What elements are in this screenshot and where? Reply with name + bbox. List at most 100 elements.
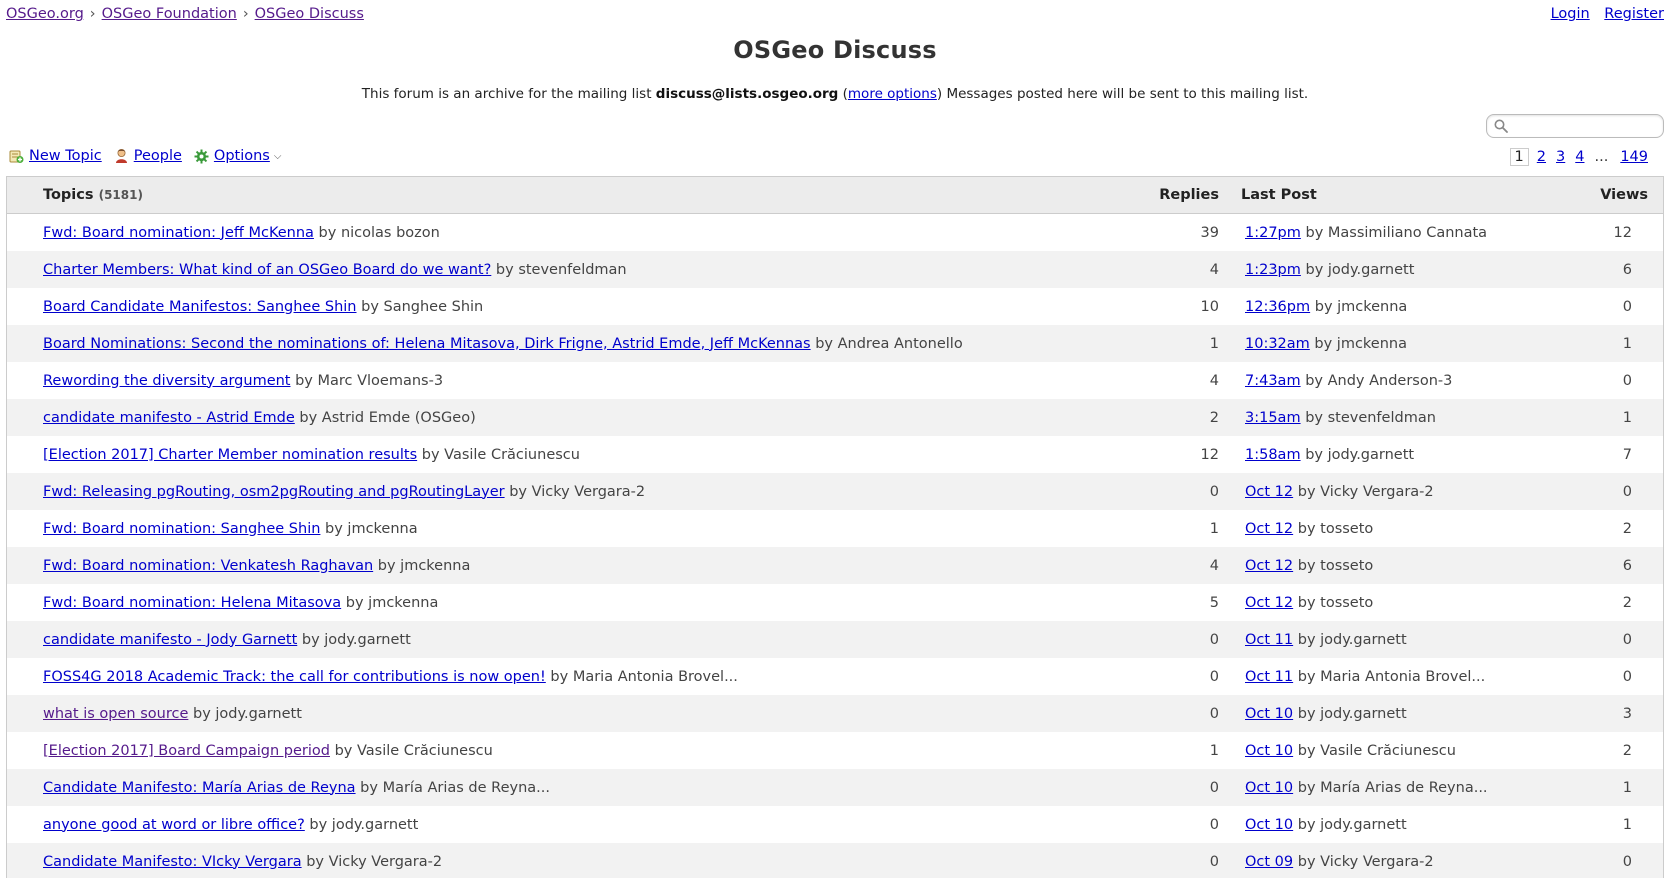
last-post-time-link[interactable]: Oct 09 xyxy=(1245,854,1293,870)
table-row: Board Candidate Manifestos: Sanghee Shin… xyxy=(7,288,1663,325)
search-input[interactable] xyxy=(1513,117,1661,137)
topic-link[interactable]: candidate manifesto - Jody Garnett xyxy=(43,632,297,648)
header-topics-label: Topics xyxy=(43,187,94,203)
more-options-link[interactable]: more options xyxy=(848,86,937,102)
last-post-cell: 1:58am by jody.garnett xyxy=(1227,447,1542,463)
last-post-time-link[interactable]: 10:32am xyxy=(1245,336,1310,352)
last-post-time-link[interactable]: Oct 11 xyxy=(1245,632,1293,648)
last-post-time-link[interactable]: 12:36pm xyxy=(1245,299,1310,315)
breadcrumb-osgeo-discuss[interactable]: OSGeo Discuss xyxy=(255,6,364,22)
topic-cell: Fwd: Board nomination: Venkatesh Raghava… xyxy=(7,558,1152,574)
new-topic-icon xyxy=(9,150,24,163)
last-post-cell: Oct 10 by jody.garnett xyxy=(1227,817,1542,833)
topic-author: by Vicky Vergara-2 xyxy=(509,483,646,500)
breadcrumb-separator: › xyxy=(89,6,96,22)
topic-author: by jmckenna xyxy=(345,594,439,611)
views-count: 0 xyxy=(1622,668,1632,685)
topic-link[interactable]: Rewording the diversity argument xyxy=(43,373,290,389)
topic-link[interactable]: candidate manifesto - Astrid Emde xyxy=(43,410,295,426)
replies-count: 39 xyxy=(1200,224,1219,241)
new-topic-label[interactable]: New Topic xyxy=(29,148,102,164)
last-post-author: by Maria Antonia Brovel... xyxy=(1297,668,1486,685)
last-post-cell: 1:23pm by jody.garnett xyxy=(1227,262,1542,278)
last-post-time-link[interactable]: Oct 12 xyxy=(1245,521,1293,537)
topic-link[interactable]: what is open source xyxy=(43,706,188,722)
last-post-time-link[interactable]: Oct 12 xyxy=(1245,558,1293,574)
page-link-last[interactable]: 149 xyxy=(1620,149,1648,165)
replies-count: 4 xyxy=(1209,261,1219,278)
table-row: Fwd: Board nomination: Sanghee Shin by j… xyxy=(7,510,1663,547)
table-row: anyone good at word or libre office? by … xyxy=(7,806,1663,843)
last-post-time-link[interactable]: Oct 11 xyxy=(1245,669,1293,685)
topic-link[interactable]: FOSS4G 2018 Academic Track: the call for… xyxy=(43,669,546,685)
topic-link[interactable]: anyone good at word or libre office? xyxy=(43,817,305,833)
topic-author: by Vasile Crăciunescu xyxy=(421,446,580,463)
topic-link[interactable]: Charter Members: What kind of an OSGeo B… xyxy=(43,262,491,278)
last-post-cell: Oct 10 by María Arias de Reyna... xyxy=(1227,780,1542,796)
replies-count: 0 xyxy=(1209,631,1219,648)
table-row: candidate manifesto - Astrid Emde by Ast… xyxy=(7,399,1663,436)
last-post-time-link[interactable]: 7:43am xyxy=(1245,373,1301,389)
replies-count: 0 xyxy=(1209,483,1219,500)
last-post-time-link[interactable]: Oct 10 xyxy=(1245,706,1293,722)
topic-link[interactable]: Candidate Manifesto: María Arias de Reyn… xyxy=(43,780,356,796)
topic-cell: Fwd: Board nomination: Jeff McKenna by n… xyxy=(7,225,1152,241)
topic-link[interactable]: Fwd: Releasing pgRouting, osm2pgRouting … xyxy=(43,484,505,500)
topic-author: by jody.garnett xyxy=(301,631,411,648)
people-button[interactable]: People xyxy=(114,148,182,164)
new-topic-button[interactable]: New Topic xyxy=(9,148,102,164)
views-count: 0 xyxy=(1622,298,1632,315)
options-label[interactable]: Options xyxy=(214,148,270,164)
topic-link[interactable]: [Election 2017] Board Campaign period xyxy=(43,743,330,759)
topic-link[interactable]: Board Candidate Manifestos: Sanghee Shin xyxy=(43,299,357,315)
forum-description: This forum is an archive for the mailing… xyxy=(0,86,1670,102)
topic-link[interactable]: Fwd: Board nomination: Sanghee Shin xyxy=(43,521,320,537)
topic-cell: what is open source by jody.garnett xyxy=(7,706,1152,722)
last-post-time-link[interactable]: Oct 10 xyxy=(1245,817,1293,833)
topic-link[interactable]: Fwd: Board nomination: Jeff McKenna xyxy=(43,225,314,241)
replies-count: 2 xyxy=(1209,409,1219,426)
last-post-time-link[interactable]: Oct 10 xyxy=(1245,743,1293,759)
topic-cell: [Election 2017] Board Campaign period by… xyxy=(7,743,1152,759)
breadcrumb-osgeo-foundation[interactable]: OSGeo Foundation xyxy=(102,6,237,22)
topic-link[interactable]: [Election 2017] Charter Member nominatio… xyxy=(43,447,417,463)
chevron-down-icon: ⌵ xyxy=(273,150,282,162)
last-post-author: by jody.garnett xyxy=(1297,705,1407,722)
last-post-time-link[interactable]: Oct 10 xyxy=(1245,780,1293,796)
topic-link[interactable]: Board Nominations: Second the nomination… xyxy=(43,336,811,352)
header-replies: Replies xyxy=(1159,187,1219,203)
breadcrumb-osgeo-org[interactable]: OSGeo.org xyxy=(6,6,84,22)
topic-link[interactable]: Candidate Manifesto: VIcky Vergara xyxy=(43,854,302,870)
topic-link[interactable]: Fwd: Board nomination: Venkatesh Raghava… xyxy=(43,558,373,574)
table-row: candidate manifesto - Jody Garnett by jo… xyxy=(7,621,1663,658)
topic-link[interactable]: Fwd: Board nomination: Helena Mitasova xyxy=(43,595,341,611)
views-count: 1 xyxy=(1622,816,1632,833)
views-count: 2 xyxy=(1622,742,1632,759)
page-link-2[interactable]: 2 xyxy=(1537,149,1546,165)
page-link-4[interactable]: 4 xyxy=(1575,149,1584,165)
last-post-time-link[interactable]: Oct 12 xyxy=(1245,595,1293,611)
login-link[interactable]: Login xyxy=(1551,6,1590,22)
options-dropdown[interactable]: Options ⌵ xyxy=(194,148,282,164)
people-icon xyxy=(115,149,127,163)
last-post-time-link[interactable]: 1:23pm xyxy=(1245,262,1301,278)
page-link-3[interactable]: 3 xyxy=(1556,149,1565,165)
views-count: 6 xyxy=(1622,557,1632,574)
topics-count: (5181) xyxy=(98,188,143,202)
topic-author: by Marc Vloemans-3 xyxy=(295,372,444,389)
register-link[interactable]: Register xyxy=(1604,6,1664,22)
people-label[interactable]: People xyxy=(134,148,182,164)
table-header: Topics (5181) Replies Last Post Views xyxy=(7,177,1663,214)
last-post-author: by tosseto xyxy=(1297,557,1374,574)
last-post-cell: 3:15am by stevenfeldman xyxy=(1227,410,1542,426)
search-box[interactable] xyxy=(1486,114,1664,138)
topic-author: by Astrid Emde (OSGeo) xyxy=(299,409,476,426)
topic-author: by jody.garnett xyxy=(192,705,302,722)
last-post-time-link[interactable]: 3:15am xyxy=(1245,410,1301,426)
last-post-author: by jody.garnett xyxy=(1297,631,1407,648)
last-post-time-link[interactable]: 1:27pm xyxy=(1245,225,1301,241)
views-count: 7 xyxy=(1622,446,1632,463)
last-post-time-link[interactable]: 1:58am xyxy=(1245,447,1301,463)
replies-count: 0 xyxy=(1209,853,1219,870)
last-post-time-link[interactable]: Oct 12 xyxy=(1245,484,1293,500)
